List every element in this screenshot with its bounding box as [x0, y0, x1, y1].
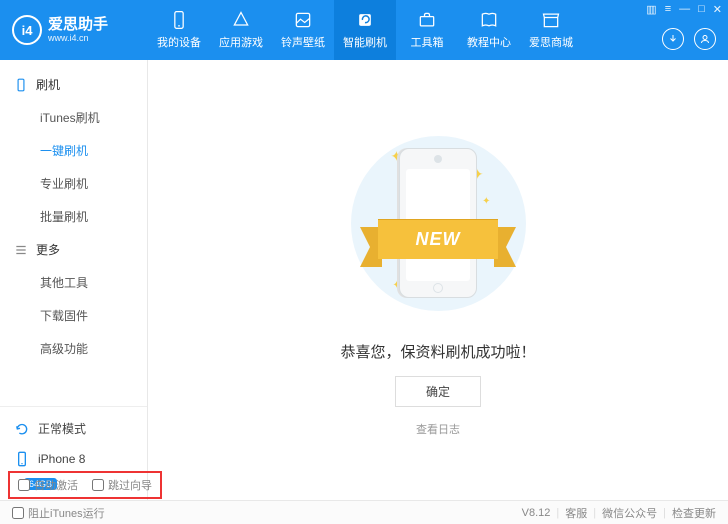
app-url: www.i4.cn [48, 33, 108, 43]
checkbox-label: 自动激活 [34, 477, 78, 493]
nav-label: 铃声壁纸 [281, 34, 325, 50]
nav-label: 应用游戏 [219, 34, 263, 50]
checkbox-input[interactable] [18, 479, 30, 491]
nav-label: 爱思商城 [529, 34, 573, 50]
nav-apps[interactable]: 应用游戏 [210, 0, 272, 60]
logo-area: i4 爱思助手 www.i4.cn [0, 15, 148, 45]
wechat-link[interactable]: 微信公众号 [602, 505, 657, 521]
nav-flash[interactable]: 智能刷机 [334, 0, 396, 60]
menu-icon[interactable]: ≡ [665, 3, 671, 16]
separator: | [556, 507, 559, 519]
list-icon [14, 243, 28, 257]
sidebar-item-batch-flash[interactable]: 批量刷机 [0, 200, 147, 233]
mode-row[interactable]: 正常模式 [0, 413, 147, 444]
sidebar-item-other-tools[interactable]: 其他工具 [0, 266, 147, 299]
sidebar-group-flash[interactable]: 刷机 [0, 68, 147, 101]
sidebar-item-itunes-flash[interactable]: iTunes刷机 [0, 101, 147, 134]
nav-ringtones[interactable]: 铃声壁纸 [272, 0, 334, 60]
checkbox-label: 阻止iTunes运行 [28, 505, 105, 521]
sidebar-item-advanced[interactable]: 高级功能 [0, 332, 147, 365]
support-link[interactable]: 客服 [565, 505, 587, 521]
success-illustration: ✦ ✦ ✦ ✦ NEW [328, 123, 548, 323]
sidebar-item-pro-flash[interactable]: 专业刷机 [0, 167, 147, 200]
title-bar: i4 爱思助手 www.i4.cn 我的设备 应用游戏 铃声壁纸 智能刷机 工具… [0, 0, 728, 60]
sparkle-icon: ✦ [482, 196, 490, 207]
nav-label: 智能刷机 [343, 34, 387, 50]
flash-icon [355, 10, 375, 30]
app-title: 爱思助手 [48, 17, 108, 33]
sidebar: 刷机 iTunes刷机 一键刷机 专业刷机 批量刷机 更多 其他工具 下载固件 … [0, 60, 148, 500]
separator: | [663, 507, 666, 519]
download-button[interactable] [662, 28, 684, 50]
image-icon [293, 10, 313, 30]
book-icon [479, 10, 499, 30]
status-bar: 阻止iTunes运行 V8.12 | 客服 | 微信公众号 | 检查更新 [0, 500, 728, 524]
nav-toolbox[interactable]: 工具箱 [396, 0, 458, 60]
phone-icon [169, 10, 189, 30]
phone-icon [14, 78, 28, 92]
auto-activate-checkbox[interactable]: 自动激活 [18, 477, 78, 493]
success-message: 恭喜您，保资料刷机成功啦！ [340, 341, 535, 362]
main-content: ✦ ✦ ✦ ✦ NEW 恭喜您，保资料刷机成功啦！ 确定 查看日志 [148, 60, 728, 500]
checkbox-label: 跳过向导 [108, 477, 152, 493]
sidebar-group-more[interactable]: 更多 [0, 233, 147, 266]
window-controls: ▥ ≡ — □ ✕ [646, 3, 722, 16]
minimize-icon[interactable]: — [679, 3, 690, 16]
group-title: 更多 [36, 241, 60, 258]
account-area [662, 28, 716, 50]
toolbox-icon [417, 10, 437, 30]
mode-label: 正常模式 [38, 420, 86, 437]
footer-options-highlight: 自动激活 跳过向导 [8, 471, 162, 499]
sidebar-item-oneclick-flash[interactable]: 一键刷机 [0, 134, 147, 167]
maximize-icon[interactable]: □ [698, 3, 705, 16]
checkbox-input[interactable] [12, 507, 24, 519]
nav-label: 教程中心 [467, 34, 511, 50]
separator: | [593, 507, 596, 519]
nav-tutorials[interactable]: 教程中心 [458, 0, 520, 60]
top-nav: 我的设备 应用游戏 铃声壁纸 智能刷机 工具箱 教程中心 爱思商城 [148, 0, 582, 60]
nav-my-device[interactable]: 我的设备 [148, 0, 210, 60]
device-row[interactable]: iPhone 8 [0, 444, 147, 474]
group-title: 刷机 [36, 76, 60, 93]
nav-label: 工具箱 [411, 34, 444, 50]
view-log-link[interactable]: 查看日志 [416, 421, 460, 437]
tshirt-icon[interactable]: ▥ [646, 3, 656, 16]
block-itunes-checkbox[interactable]: 阻止iTunes运行 [12, 505, 105, 521]
apps-icon [231, 10, 251, 30]
refresh-icon [14, 421, 30, 437]
checkbox-input[interactable] [92, 479, 104, 491]
skip-setup-checkbox[interactable]: 跳过向导 [92, 477, 152, 493]
close-icon[interactable]: ✕ [713, 3, 722, 16]
phone-icon [14, 451, 30, 467]
new-ribbon: NEW [378, 219, 498, 259]
user-button[interactable] [694, 28, 716, 50]
version-label: V8.12 [522, 507, 551, 519]
logo-icon: i4 [12, 15, 42, 45]
store-icon [541, 10, 561, 30]
nav-store[interactable]: 爱思商城 [520, 0, 582, 60]
ok-button[interactable]: 确定 [395, 376, 481, 407]
sidebar-item-download-firmware[interactable]: 下载固件 [0, 299, 147, 332]
nav-label: 我的设备 [157, 34, 201, 50]
check-update-link[interactable]: 检查更新 [672, 505, 716, 521]
device-label: iPhone 8 [38, 452, 85, 466]
